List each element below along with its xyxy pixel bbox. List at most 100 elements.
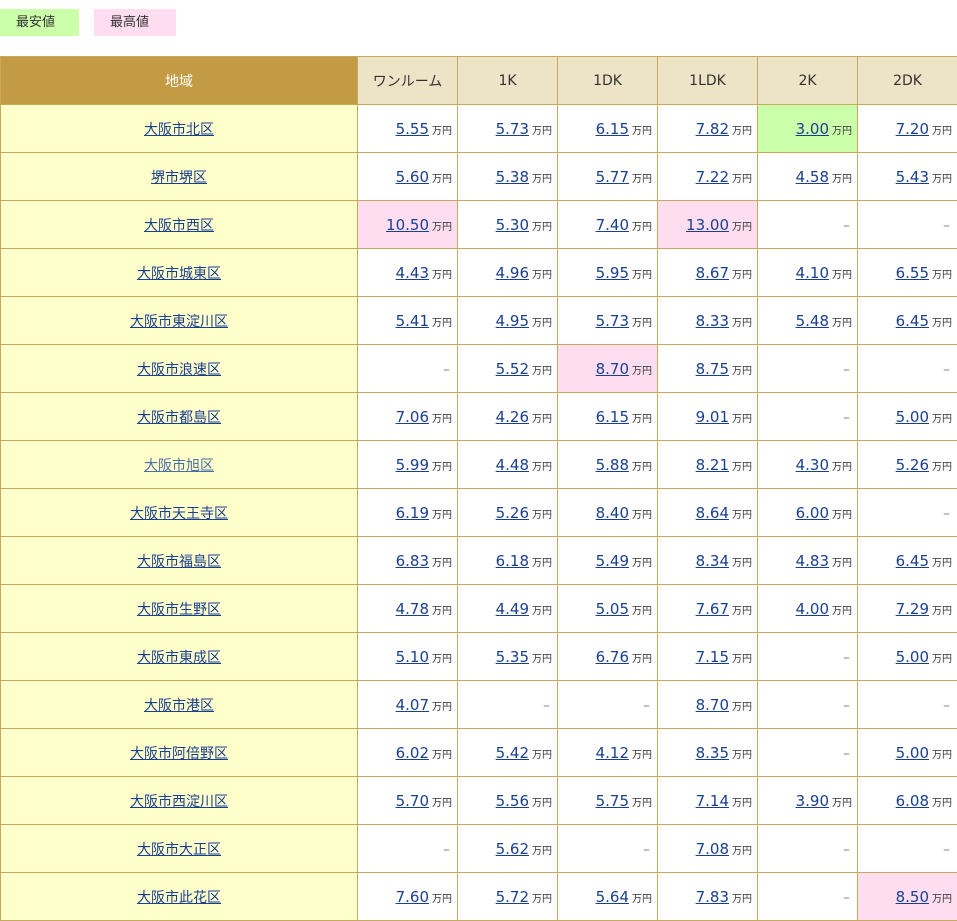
price-link[interactable]: 7.22	[696, 168, 729, 186]
price-link[interactable]: 4.48	[496, 456, 529, 474]
price-link[interactable]: 4.26	[496, 408, 529, 426]
area-link[interactable]: 大阪市東成区	[137, 650, 221, 666]
price-link[interactable]: 4.78	[396, 600, 429, 618]
price-link[interactable]: 5.38	[496, 168, 529, 186]
price-link[interactable]: 4.83	[796, 552, 829, 570]
area-link[interactable]: 大阪市旭区	[144, 458, 214, 474]
price-link[interactable]: 7.14	[696, 792, 729, 810]
price-link[interactable]: 5.49	[596, 552, 629, 570]
price-link[interactable]: 5.56	[496, 792, 529, 810]
price-link[interactable]: 5.48	[796, 312, 829, 330]
area-link[interactable]: 大阪市此花区	[137, 890, 221, 906]
price-link[interactable]: 5.70	[396, 792, 429, 810]
price-link[interactable]: 7.60	[396, 888, 429, 906]
price-link[interactable]: 8.33	[696, 312, 729, 330]
price-link[interactable]: 4.00	[796, 600, 829, 618]
price-link[interactable]: 5.55	[396, 120, 429, 138]
area-link[interactable]: 大阪市港区	[144, 698, 214, 714]
price-link[interactable]: 8.35	[696, 744, 729, 762]
price-link[interactable]: 3.90	[796, 792, 829, 810]
price-link[interactable]: 9.01	[696, 408, 729, 426]
price-link[interactable]: 5.05	[596, 600, 629, 618]
price-link[interactable]: 5.43	[896, 168, 929, 186]
price-link[interactable]: 8.21	[696, 456, 729, 474]
area-link[interactable]: 大阪市大正区	[137, 842, 221, 858]
price-link[interactable]: 4.12	[596, 744, 629, 762]
price-link[interactable]: 5.77	[596, 168, 629, 186]
price-link[interactable]: 8.70	[696, 696, 729, 714]
price-link[interactable]: 4.10	[796, 264, 829, 282]
price-link[interactable]: 8.64	[696, 504, 729, 522]
price-link[interactable]: 8.67	[696, 264, 729, 282]
area-link[interactable]: 堺市堺区	[151, 170, 207, 186]
area-link[interactable]: 大阪市西区	[144, 218, 214, 234]
price-link[interactable]: 7.08	[696, 840, 729, 858]
price-link[interactable]: 5.26	[896, 456, 929, 474]
price-link[interactable]: 3.00	[796, 120, 829, 138]
price-link[interactable]: 6.08	[896, 792, 929, 810]
price-link[interactable]: 6.55	[896, 264, 929, 282]
price-link[interactable]: 6.18	[496, 552, 529, 570]
price-link[interactable]: 4.96	[496, 264, 529, 282]
price-link[interactable]: 5.62	[496, 840, 529, 858]
price-link[interactable]: 5.72	[496, 888, 529, 906]
price-link[interactable]: 4.43	[396, 264, 429, 282]
price-link[interactable]: 5.73	[596, 312, 629, 330]
price-link[interactable]: 6.45	[896, 552, 929, 570]
area-link[interactable]: 大阪市福島区	[137, 554, 221, 570]
price-link[interactable]: 6.00	[796, 504, 829, 522]
price-link[interactable]: 5.95	[596, 264, 629, 282]
price-link[interactable]: 5.73	[496, 120, 529, 138]
price-link[interactable]: 6.02	[396, 744, 429, 762]
area-link[interactable]: 大阪市東淀川区	[130, 314, 228, 330]
area-link[interactable]: 大阪市浪速区	[137, 362, 221, 378]
price-link[interactable]: 8.50	[896, 888, 929, 906]
price-link[interactable]: 5.88	[596, 456, 629, 474]
price-link[interactable]: 6.76	[596, 648, 629, 666]
price-link[interactable]: 6.83	[396, 552, 429, 570]
price-link[interactable]: 4.30	[796, 456, 829, 474]
price-link[interactable]: 7.40	[596, 216, 629, 234]
price-link[interactable]: 8.34	[696, 552, 729, 570]
area-link[interactable]: 大阪市西淀川区	[130, 794, 228, 810]
price-link[interactable]: 5.64	[596, 888, 629, 906]
price-link[interactable]: 5.30	[496, 216, 529, 234]
price-link[interactable]: 5.00	[896, 408, 929, 426]
price-link[interactable]: 7.20	[896, 120, 929, 138]
price-link[interactable]: 6.45	[896, 312, 929, 330]
price-link[interactable]: 7.83	[696, 888, 729, 906]
price-link[interactable]: 4.07	[396, 696, 429, 714]
price-link[interactable]: 7.29	[896, 600, 929, 618]
price-link[interactable]: 5.26	[496, 504, 529, 522]
price-link[interactable]: 6.19	[396, 504, 429, 522]
price-link[interactable]: 5.10	[396, 648, 429, 666]
price-link[interactable]: 13.00	[686, 216, 729, 234]
price-link[interactable]: 4.58	[796, 168, 829, 186]
price-link[interactable]: 5.00	[896, 744, 929, 762]
price-link[interactable]: 7.67	[696, 600, 729, 618]
price-link[interactable]: 10.50	[386, 216, 429, 234]
area-link[interactable]: 大阪市天王寺区	[130, 506, 228, 522]
price-link[interactable]: 5.41	[396, 312, 429, 330]
price-link[interactable]: 8.75	[696, 360, 729, 378]
price-link[interactable]: 8.40	[596, 504, 629, 522]
area-link[interactable]: 大阪市城東区	[137, 266, 221, 282]
price-link[interactable]: 5.99	[396, 456, 429, 474]
price-link[interactable]: 5.42	[496, 744, 529, 762]
price-link[interactable]: 5.75	[596, 792, 629, 810]
area-link[interactable]: 大阪市都島区	[137, 410, 221, 426]
price-link[interactable]: 7.06	[396, 408, 429, 426]
price-link[interactable]: 5.35	[496, 648, 529, 666]
price-link[interactable]: 5.00	[896, 648, 929, 666]
area-link[interactable]: 大阪市阿倍野区	[130, 746, 228, 762]
price-link[interactable]: 4.49	[496, 600, 529, 618]
price-link[interactable]: 7.15	[696, 648, 729, 666]
area-link[interactable]: 大阪市生野区	[137, 602, 221, 618]
price-link[interactable]: 7.82	[696, 120, 729, 138]
price-link[interactable]: 6.15	[596, 120, 629, 138]
price-link[interactable]: 6.15	[596, 408, 629, 426]
price-link[interactable]: 4.95	[496, 312, 529, 330]
price-link[interactable]: 5.52	[496, 360, 529, 378]
area-link[interactable]: 大阪市北区	[144, 122, 214, 138]
price-link[interactable]: 5.60	[396, 168, 429, 186]
